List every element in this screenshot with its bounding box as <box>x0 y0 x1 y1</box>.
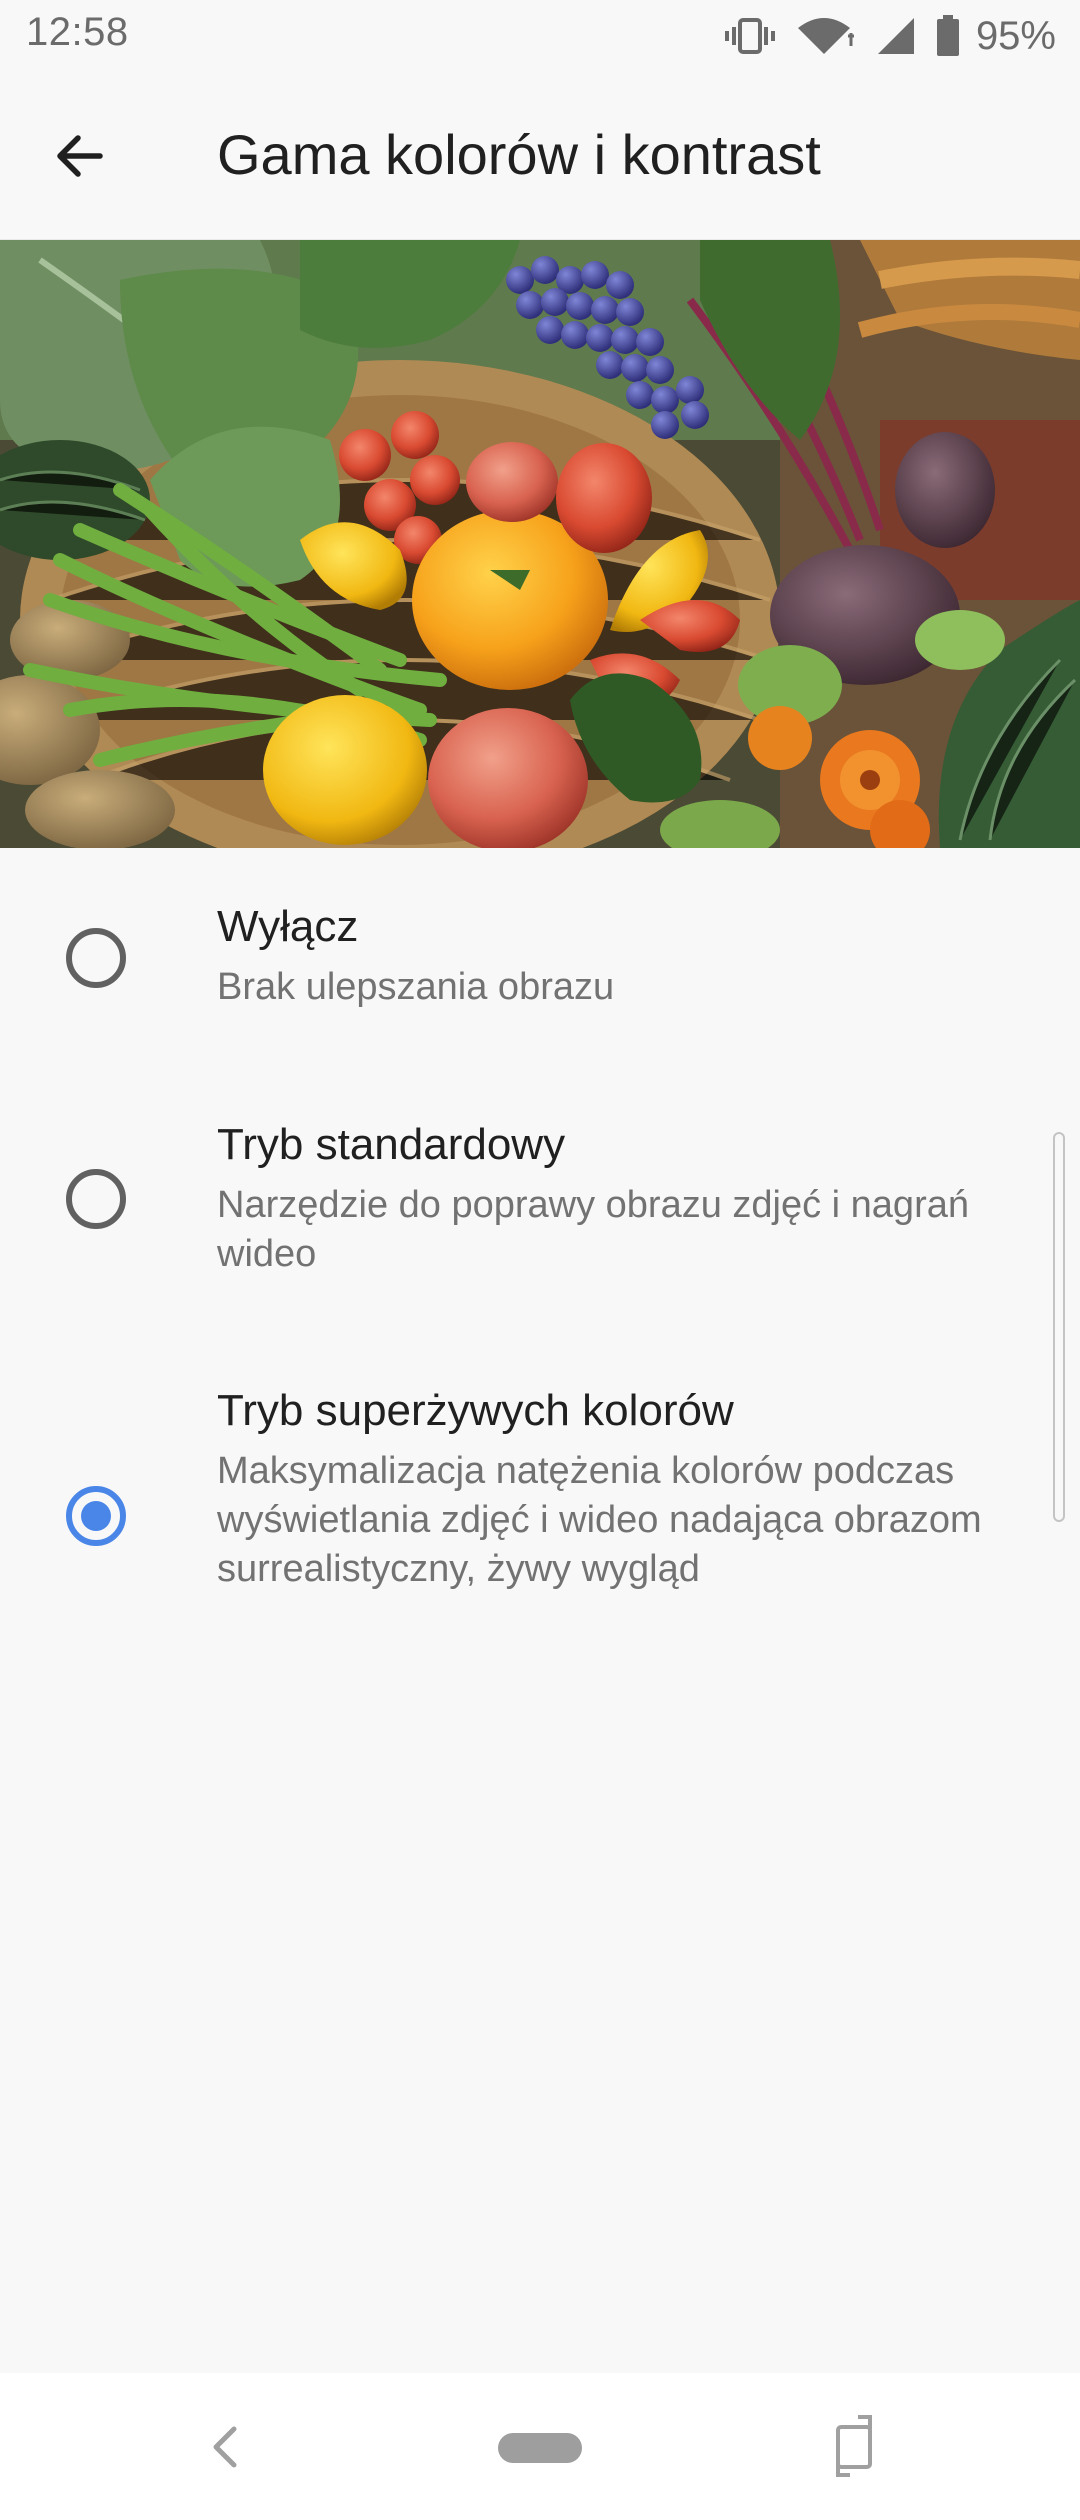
option-title: Wyłącz <box>217 902 359 951</box>
option-off[interactable]: Wyłącz Brak ulepszania obrazu <box>0 848 1040 1048</box>
scrollbar[interactable] <box>1053 1132 1065 1522</box>
option-title: Tryb standardowy <box>217 1120 566 1169</box>
navigation-bar <box>0 2373 1080 2520</box>
screen: 12:58 95% Gama kolorów i kontrast Wyłącz… <box>0 0 1080 2520</box>
arrow-back-icon <box>57 135 103 177</box>
back-button[interactable] <box>34 112 122 200</box>
app-bar: Gama kolorów i kontrast <box>0 72 1080 240</box>
page-title: Gama kolorów i kontrast <box>217 123 821 186</box>
option-summary: Narzędzie do poprawy obrazu zdjęć i nagr… <box>217 1184 969 1275</box>
vibrate-icon <box>724 16 776 56</box>
option-summary: Maksymalizacja natężenia kolorów podczas… <box>217 1450 982 1590</box>
battery-icon <box>936 15 960 57</box>
status-time: 12:58 <box>26 10 129 54</box>
status-bar: 12:58 95% <box>0 0 1080 72</box>
wifi-icon <box>796 16 856 56</box>
preview-image <box>0 240 1080 848</box>
option-super-vivid[interactable]: Tryb superżywych kolorów Maksymalizacja … <box>0 1326 1040 1626</box>
radio-button-off[interactable] <box>66 928 126 988</box>
option-title: Tryb superżywych kolorów <box>217 1386 734 1435</box>
option-summary: Brak ulepszania obrazu <box>217 966 615 1008</box>
battery-percent: 95% <box>975 13 1056 58</box>
rotate-icon[interactable] <box>826 2413 882 2479</box>
option-standard[interactable]: Tryb standardowy Narzędzie do poprawy ob… <box>0 1058 1040 1318</box>
status-icons: 95% <box>724 12 1056 60</box>
signal-icon <box>876 16 916 56</box>
radio-button-super-vivid[interactable] <box>66 1486 126 1546</box>
nav-home-pill[interactable] <box>498 2433 582 2463</box>
radio-button-standard[interactable] <box>66 1169 126 1229</box>
vegetables-photo <box>0 240 1080 848</box>
nav-back-icon[interactable] <box>196 2417 256 2477</box>
